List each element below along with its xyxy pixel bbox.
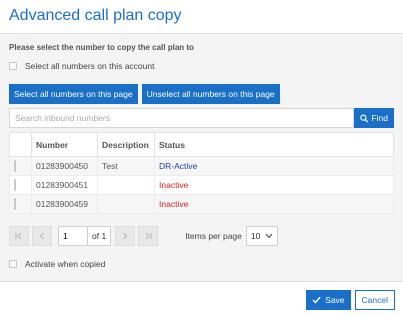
find-button-label: Find	[371, 113, 388, 123]
items-per-page-select[interactable]: 10	[245, 226, 278, 246]
first-page-button[interactable]	[9, 226, 29, 246]
header-status: Status	[154, 132, 394, 157]
find-button[interactable]: Find	[354, 108, 394, 128]
header-number: Number	[31, 132, 98, 157]
row-description: Test	[97, 156, 155, 176]
page-selection-buttons: Select all numbers on this page Unselect…	[9, 84, 394, 104]
table-header-row: Number Description Status	[9, 132, 394, 157]
select-all-account-label: Select all numbers on this account	[25, 61, 155, 71]
save-button[interactable]: Save	[306, 289, 351, 310]
row-status: Inactive	[154, 175, 394, 195]
row-number: 01283900459	[31, 194, 98, 214]
table-row[interactable]: 01283900459 Inactive	[9, 194, 394, 214]
chevron-right-icon	[123, 232, 128, 240]
numbers-table: Number Description Status 01283900450 Te…	[9, 132, 394, 214]
row-checkbox[interactable]	[14, 179, 16, 191]
row-description	[97, 175, 155, 195]
call-plan-copy-dialog: Advanced call plan copy Please select th…	[0, 0, 403, 316]
items-per-page-value: 10	[250, 231, 261, 241]
pagination: of 1 Items per page 10	[9, 226, 394, 246]
activate-row[interactable]: Activate when copied	[9, 258, 394, 270]
header-checkbox-cell	[9, 132, 32, 157]
row-checkbox[interactable]	[14, 198, 16, 210]
items-per-page-label: Items per page	[185, 231, 242, 241]
select-page-button[interactable]: Select all numbers on this page	[9, 84, 138, 104]
save-button-label: Save	[325, 294, 345, 305]
last-page-button[interactable]	[138, 226, 159, 246]
row-status: DR-Active	[154, 156, 394, 176]
last-page-icon	[145, 232, 152, 240]
row-description	[97, 194, 155, 214]
select-all-account-checkbox[interactable]	[9, 62, 17, 70]
search-input[interactable]	[9, 108, 354, 128]
first-page-icon	[15, 232, 22, 240]
instruction-text: Please select the number to copy the cal…	[9, 43, 194, 52]
activate-label: Activate when copied	[25, 259, 106, 269]
dialog-body: Please select the number to copy the cal…	[0, 34, 403, 282]
table-row[interactable]: 01283900450 Test DR-Active	[9, 156, 394, 176]
row-checkbox-cell[interactable]	[9, 194, 32, 214]
unselect-page-button[interactable]: Unselect all numbers on this page	[141, 84, 280, 104]
chevron-left-icon	[39, 232, 44, 240]
table-row[interactable]: 01283900451 Inactive	[9, 175, 394, 195]
row-checkbox-cell[interactable]	[9, 175, 32, 195]
page-count: of 1	[88, 226, 112, 246]
dialog-title: Advanced call plan copy	[9, 7, 182, 24]
row-number: 01283900451	[31, 175, 98, 195]
prev-page-button[interactable]	[32, 226, 52, 246]
row-number: 01283900450	[31, 156, 98, 176]
row-checkbox-cell[interactable]	[9, 156, 32, 176]
next-page-button[interactable]	[115, 226, 136, 246]
header-description: Description	[97, 132, 155, 157]
row-status: Inactive	[154, 194, 394, 214]
page-number-input[interactable]	[58, 226, 88, 246]
dialog-header: Advanced call plan copy	[0, 0, 403, 34]
search-icon	[360, 114, 369, 123]
chevron-down-icon	[265, 233, 273, 239]
select-all-account-row[interactable]: Select all numbers on this account	[9, 60, 394, 72]
row-checkbox[interactable]	[14, 160, 16, 172]
activate-checkbox[interactable]	[9, 260, 17, 268]
check-icon	[312, 296, 321, 304]
search-bar: Find	[9, 108, 394, 128]
cancel-button[interactable]: Cancel	[354, 289, 395, 310]
dialog-footer: Save Cancel	[0, 283, 403, 316]
